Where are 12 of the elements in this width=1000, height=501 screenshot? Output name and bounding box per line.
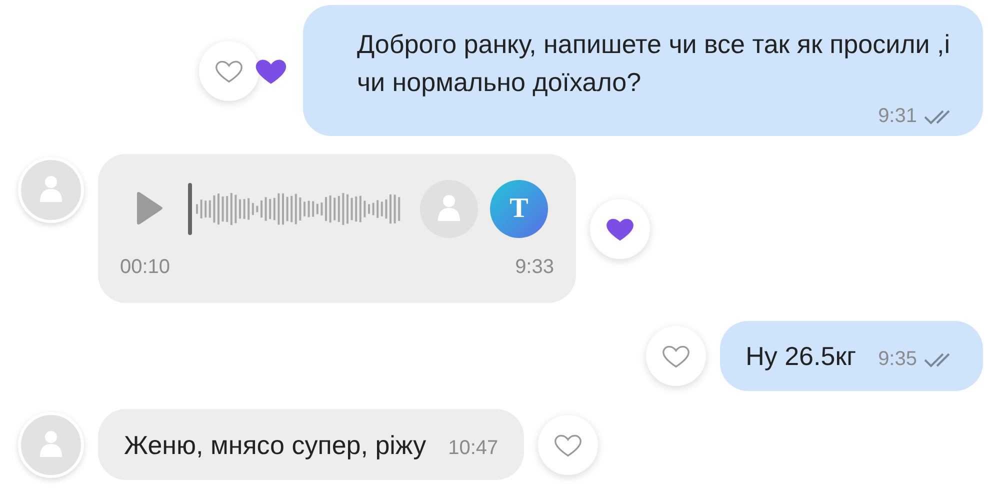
message-text: Женю, мнясо супер, ріжу [124,429,426,462]
message-time: 9:33 [515,256,554,279]
message-text: Ну 26.5кг [746,340,856,373]
transcribe-button[interactable]: T [490,180,548,238]
voice-duration: 00:10 [120,256,170,279]
message-text: Доброго ранку, напишете чи все так як просили ,і чи нормально доїхало? [357,28,952,99]
like-button[interactable] [199,40,259,100]
play-icon[interactable] [134,191,164,227]
message-time: 9:31 [878,105,917,128]
message-time: 10:47 [448,437,498,460]
message-time: 9:35 [878,348,917,371]
like-button[interactable] [590,198,650,258]
